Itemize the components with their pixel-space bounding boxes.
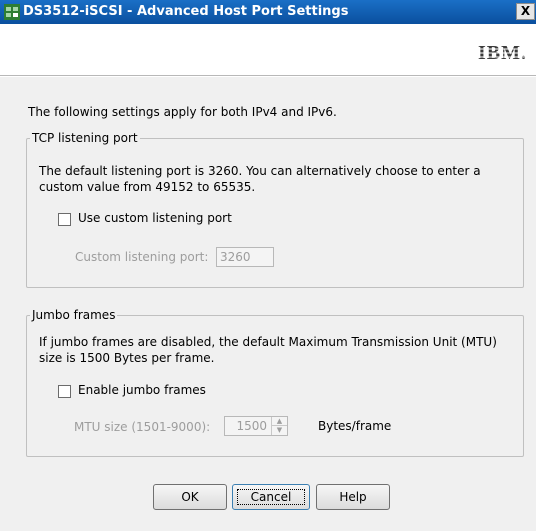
header-band (0, 24, 536, 76)
title-bar: DS3512-iSCSI - Advanced Host Port Settin… (0, 0, 536, 24)
spin-up-icon[interactable]: ▲ (272, 417, 287, 426)
mtu-size-value: 1500 (236, 419, 267, 433)
mtu-size-spinner[interactable]: 1500 ▲ ▼ (224, 416, 288, 436)
use-custom-port-checkbox[interactable] (58, 213, 71, 226)
use-custom-port-label[interactable]: Use custom listening port (78, 211, 232, 225)
cancel-button[interactable]: Cancel (232, 484, 310, 510)
ibm-logo: IBM. (476, 42, 532, 64)
tcp-group-legend: TCP listening port (30, 130, 140, 146)
intro-text: The following settings apply for both IP… (28, 105, 337, 119)
enable-jumbo-checkbox[interactable] (58, 385, 71, 398)
ok-button[interactable]: OK (153, 484, 227, 510)
mtu-unit-label: Bytes/frame (318, 419, 392, 433)
tcp-description: The default listening port is 3260. You … (39, 164, 481, 194)
mtu-spin-buttons[interactable]: ▲ ▼ (271, 417, 287, 435)
enable-jumbo-label[interactable]: Enable jumbo frames (78, 383, 206, 397)
spin-down-icon[interactable]: ▼ (272, 426, 287, 435)
custom-port-input[interactable]: 3260 (216, 247, 274, 267)
cancel-button-label: Cancel (250, 490, 292, 504)
ok-button-label: OK (181, 490, 199, 504)
close-button[interactable]: X (516, 3, 535, 20)
window-title: DS3512-iSCSI - Advanced Host Port Settin… (23, 4, 349, 19)
jumbo-group-legend: Jumbo frames (30, 307, 118, 323)
custom-port-value: 3260 (220, 250, 251, 264)
storage-manager-icon (4, 4, 20, 20)
help-button[interactable]: Help (316, 484, 390, 510)
help-button-label: Help (339, 490, 367, 504)
custom-port-label: Custom listening port: (75, 250, 209, 264)
jumbo-description: If jumbo frames are disabled, the defaul… (39, 335, 497, 365)
close-icon: X (520, 4, 531, 18)
mtu-size-label: MTU size (1501-9000): (74, 420, 211, 434)
